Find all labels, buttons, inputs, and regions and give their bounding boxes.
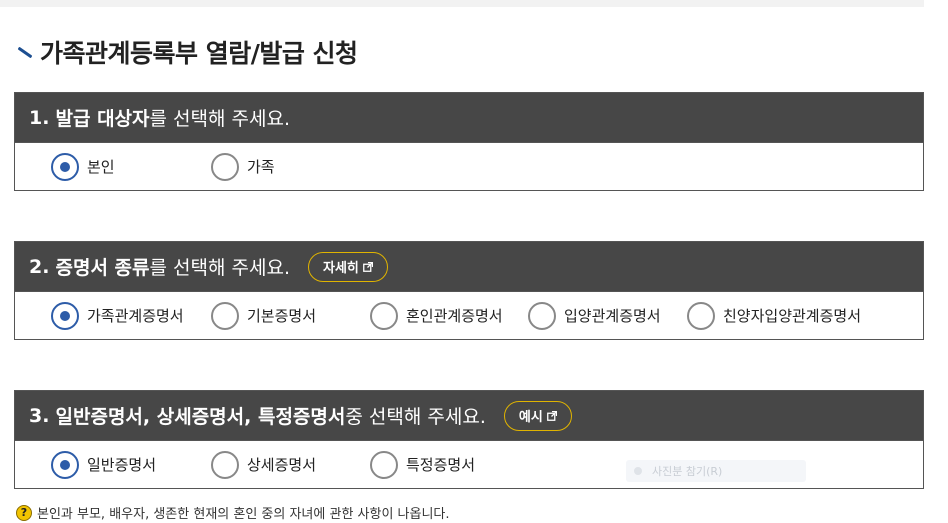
faded-dot-icon [634, 467, 642, 475]
radio-label: 본인 [87, 158, 115, 176]
radio-label: 일반증명서 [87, 456, 157, 474]
section-title-strong: 증명서 종류 [55, 257, 150, 279]
section-title-rest: 를 선택해 주세요. [149, 108, 290, 130]
faded-overlay-hint: 사진분 참기(R) [626, 460, 806, 482]
radio-button[interactable] [211, 152, 239, 181]
radio-label: 기본증명서 [247, 307, 317, 325]
section-number: 1. [29, 106, 50, 129]
example-button-label: 예시 [518, 410, 543, 425]
page-title-text: 가족관계등록부 열람/발급 신청 [40, 39, 358, 68]
radio-label: 상세증명서 [247, 456, 317, 474]
radio-button[interactable] [51, 301, 79, 330]
section-number: 3. [29, 404, 50, 427]
section-certificate-type: 2. 증명서 종류 를 선택해 주세요. 자세히 가족관계증명서 기본증명서 혼인… [14, 241, 924, 340]
details-button-label: 자세히 [323, 261, 359, 276]
question-icon: ? [16, 504, 32, 521]
example-button[interactable]: 예시 [503, 400, 572, 431]
section-title-rest: 중 선택해 주세요. [345, 406, 486, 428]
radio-button[interactable] [211, 301, 239, 330]
external-link-icon [546, 410, 557, 421]
radio-button[interactable] [211, 450, 239, 479]
radio-option-detailed[interactable]: 상세증명서 [211, 450, 370, 479]
radio-label: 가족 [247, 158, 275, 176]
radio-button[interactable] [51, 152, 79, 181]
radio-option-marriage[interactable]: 혼인관계증명서 [370, 301, 528, 330]
radio-option-adoption[interactable]: 입양관계증명서 [528, 301, 687, 330]
radio-option-family[interactable]: 가족 [211, 152, 275, 181]
top-strip [0, 0, 924, 7]
radio-option-general[interactable]: 일반증명서 [51, 450, 211, 479]
section-title-rest: 를 선택해 주세요. [149, 257, 290, 279]
radio-button[interactable] [370, 450, 398, 479]
section-target: 1. 발급 대상자 를 선택해 주세요. 본인 가족 [14, 92, 924, 191]
section-title-strong: 발급 대상자 [55, 108, 150, 130]
radio-button[interactable] [687, 301, 715, 330]
radio-option-basic[interactable]: 기본증명서 [211, 301, 370, 330]
radio-button[interactable] [51, 450, 79, 479]
title-slash-icon [16, 44, 32, 60]
details-button[interactable]: 자세히 [308, 251, 388, 282]
radio-label: 특정증명서 [406, 456, 476, 474]
section-number: 2. [29, 255, 50, 278]
radio-button[interactable] [528, 301, 556, 330]
section-target-options: 본인 가족 [15, 142, 923, 190]
radio-option-specific[interactable]: 특정증명서 [370, 450, 476, 479]
notice-text: 본인과 부모, 배우자, 생존한 현재의 혼인 중의 자녀에 관한 사항이 나옵… [37, 507, 450, 522]
faded-overlay-text: 사진분 참기(R) [652, 465, 723, 478]
radio-button[interactable] [370, 301, 398, 330]
notice: ? 본인과 부모, 배우자, 생존한 현재의 혼인 중의 자녀에 관한 사항이 … [16, 503, 450, 522]
page-title: 가족관계등록부 열람/발급 신청 [16, 34, 358, 70]
radio-option-family-relation[interactable]: 가족관계증명서 [51, 301, 211, 330]
section-title-strong: 일반증명서, 상세증명서, 특정증명서 [55, 406, 346, 428]
radio-option-full-adoption[interactable]: 친양자입양관계증명서 [687, 301, 862, 330]
section-target-header: 1. 발급 대상자 를 선택해 주세요. [15, 93, 923, 142]
section-certificate-scope-header: 3. 일반증명서, 상세증명서, 특정증명서 중 선택해 주세요. 예시 [15, 391, 923, 440]
external-link-icon [362, 261, 373, 272]
section-certificate-type-header: 2. 증명서 종류 를 선택해 주세요. 자세히 [15, 242, 923, 291]
radio-label: 가족관계증명서 [87, 307, 184, 325]
radio-option-self[interactable]: 본인 [51, 152, 211, 181]
section-certificate-type-options: 가족관계증명서 기본증명서 혼인관계증명서 입양관계증명서 친양자입양관계증명서 [15, 291, 923, 339]
radio-label: 입양관계증명서 [564, 307, 661, 325]
radio-label: 친양자입양관계증명서 [723, 307, 862, 325]
radio-label: 혼인관계증명서 [406, 307, 503, 325]
